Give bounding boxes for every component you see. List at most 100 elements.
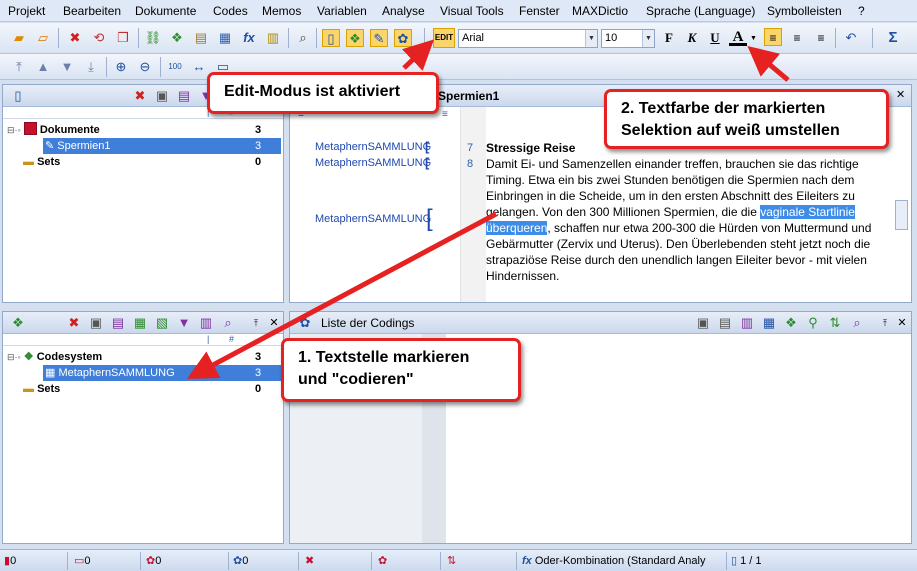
swap-icon[interactable]: ⇅ [826, 314, 844, 332]
search-icon[interactable]: ⌕ [848, 314, 866, 332]
zoom-out-icon[interactable]: ⊖ [136, 58, 154, 76]
search-icon[interactable]: ⌕ [294, 29, 312, 47]
menu-variablen[interactable]: Variablen [317, 4, 367, 18]
edit-mode-toggle[interactable]: EDIT [433, 28, 455, 48]
fit-width-icon[interactable]: ↔ [190, 58, 208, 76]
font-name-select[interactable]: Arial ▼ [458, 29, 598, 48]
callout-textcolor: 2. Textfarbe der markierten Selektion au… [604, 89, 889, 149]
align-center-icon[interactable]: ≡ [788, 29, 806, 47]
tree-label: Dokumente [39, 124, 100, 136]
windows-icon[interactable]: ❐ [114, 29, 132, 47]
new-project-icon[interactable]: ▰ [10, 29, 28, 47]
activate-cycle-icon[interactable]: ⟲ [90, 29, 108, 47]
activate-icon[interactable]: ✖ [65, 314, 83, 332]
menu-help[interactable]: ? [858, 4, 865, 18]
font-size-select[interactable]: 10 ▼ [601, 29, 655, 48]
tree-row-documents[interactable]: ⊟·◦ Dokumente [7, 122, 100, 138]
zoom-100-icon[interactable]: 100 [166, 58, 184, 76]
margin-code[interactable]: MetaphernSAMMLUNG [315, 213, 431, 225]
retrieved-segments-window-icon[interactable]: ✿ [394, 29, 412, 47]
function-icon[interactable]: fx [240, 29, 258, 47]
undo-icon[interactable]: ↶ [842, 29, 860, 47]
tree-row-sets[interactable]: ▬ Sets [23, 154, 60, 170]
tree-row-metaphernsammlung[interactable]: ▦ MetaphernSAMMLUNG [43, 365, 281, 381]
open-project-icon[interactable]: ▱ [34, 29, 52, 47]
tree-row-spermien1[interactable]: ✎ Spermien1 [43, 138, 281, 154]
menu-codes[interactable]: Codes [213, 4, 248, 18]
tree-row-sets[interactable]: ▬ Sets [23, 381, 60, 397]
menu-memos[interactable]: Memos [262, 4, 301, 18]
weight-icon[interactable]: ⚲ [804, 314, 822, 332]
close-icon[interactable]: ✕ [896, 88, 905, 101]
memo-icon[interactable]: ▤ [175, 87, 193, 105]
code-memo-icon[interactable]: ▥ [197, 314, 215, 332]
filter-icon[interactable]: ▼ [175, 314, 193, 332]
print-icon[interactable]: ▣ [694, 314, 712, 332]
callout-mark-text: 1. Textstelle markieren und "codieren" [281, 338, 521, 402]
menu-bar: Projekt Bearbeiten Dokumente Codes Memos… [0, 0, 917, 22]
tree-label: Codesystem [36, 351, 103, 363]
menu-symbolleisten[interactable]: Symbolleisten [767, 4, 842, 18]
move-top-icon[interactable]: ⤒ [10, 58, 28, 76]
margin-code[interactable]: MetaphernSAMMLUNG [315, 141, 431, 153]
document-browser-window-icon[interactable]: ✎ [370, 29, 388, 47]
underline-button[interactable]: U [706, 29, 724, 47]
menu-maxdictio[interactable]: MAXDictio [572, 4, 628, 18]
activation-icon[interactable]: ✿ [378, 553, 387, 569]
memo-icon[interactable]: ▥ [738, 314, 756, 332]
italic-button[interactable]: K [683, 29, 701, 47]
menu-visual-tools[interactable]: Visual Tools [440, 4, 504, 18]
move-bottom-icon[interactable]: ⤓ [82, 58, 100, 76]
code-system-window-icon[interactable]: ❖ [346, 29, 364, 47]
pin-icon[interactable]: ⤒ [247, 314, 265, 332]
activate-icon[interactable]: ✖ [66, 29, 84, 47]
close-icon[interactable]: ✕ [265, 314, 283, 332]
document-paragraph[interactable]: Damit Ei- und Samenzellen einander treff… [486, 156, 892, 284]
pin-icon[interactable]: ⤒ [876, 314, 894, 332]
weight-filter-icon[interactable]: ✖ [305, 553, 314, 569]
export-icon[interactable]: ▤ [716, 314, 734, 332]
close-icon[interactable]: ✕ [893, 314, 911, 332]
memo-icon[interactable]: ▤ [109, 314, 127, 332]
tree-count: 3 [255, 140, 262, 152]
document-system-window-icon[interactable]: ▯ [322, 29, 340, 47]
code-system-pane: ❖ ✖ ▣ ▤ ▦ ▧ ▼ ▥ ⌕ ⤒ ✕ | # ⊟·◦ ❖ Codesyste… [2, 311, 284, 544]
scrollbar-thumb[interactable] [895, 200, 908, 230]
sort-icon[interactable]: ⇅ [447, 553, 456, 569]
code-icon: ▦ [45, 367, 56, 379]
menu-sprache[interactable]: Sprache (Language) [646, 4, 755, 18]
code-favorites-icon[interactable]: ▧ [153, 314, 171, 332]
margin-code[interactable]: MetaphernSAMMLUNG [315, 157, 431, 169]
menu-fenster[interactable]: Fenster [519, 4, 560, 18]
move-down-icon[interactable]: ▼ [58, 58, 76, 76]
status-pages: ▯ 1 / 1 [731, 555, 762, 567]
status-mode[interactable]: fx Oder-Kombination (Standard Analy [522, 553, 705, 569]
align-right-icon[interactable]: ≡ [812, 29, 830, 47]
move-up-icon[interactable]: ▲ [34, 58, 52, 76]
code-relations-icon[interactable]: ❖ [168, 29, 186, 47]
tree-row-codesystem[interactable]: ⊟·◦ ❖ Codesystem [7, 349, 102, 365]
menu-projekt[interactable]: Projekt [8, 4, 45, 18]
overview-icon[interactable]: ▦ [760, 314, 778, 332]
print-icon[interactable]: ▣ [153, 87, 171, 105]
menu-bearbeiten[interactable]: Bearbeiten [63, 4, 121, 18]
new-code-icon[interactable]: ▦ [131, 314, 149, 332]
print-icon[interactable]: ▣ [87, 314, 105, 332]
chevron-down-icon[interactable]: ▼ [750, 35, 757, 42]
search-icon[interactable]: ⌕ [219, 314, 237, 332]
notes-icon[interactable]: ▥ [264, 29, 282, 47]
sum-icon[interactable]: Σ [884, 29, 902, 47]
link-icon[interactable]: ⛓ [144, 29, 162, 47]
menu-analyse[interactable]: Analyse [382, 4, 425, 18]
font-color-button[interactable]: A [729, 28, 747, 46]
activate-icon[interactable]: ✖ [131, 87, 149, 105]
coding-icon[interactable]: ❖ [782, 314, 800, 332]
bold-button[interactable]: F [660, 29, 678, 47]
zoom-in-icon[interactable]: ⊕ [112, 58, 130, 76]
align-left-icon[interactable]: ≡ [764, 28, 782, 46]
page-icon: ▯ [731, 555, 738, 567]
font-name-value: Arial [462, 32, 485, 44]
menu-dokumente[interactable]: Dokumente [135, 4, 196, 18]
memo-manager-icon[interactable]: ▤ [192, 29, 210, 47]
table-icon[interactable]: ▦ [216, 29, 234, 47]
